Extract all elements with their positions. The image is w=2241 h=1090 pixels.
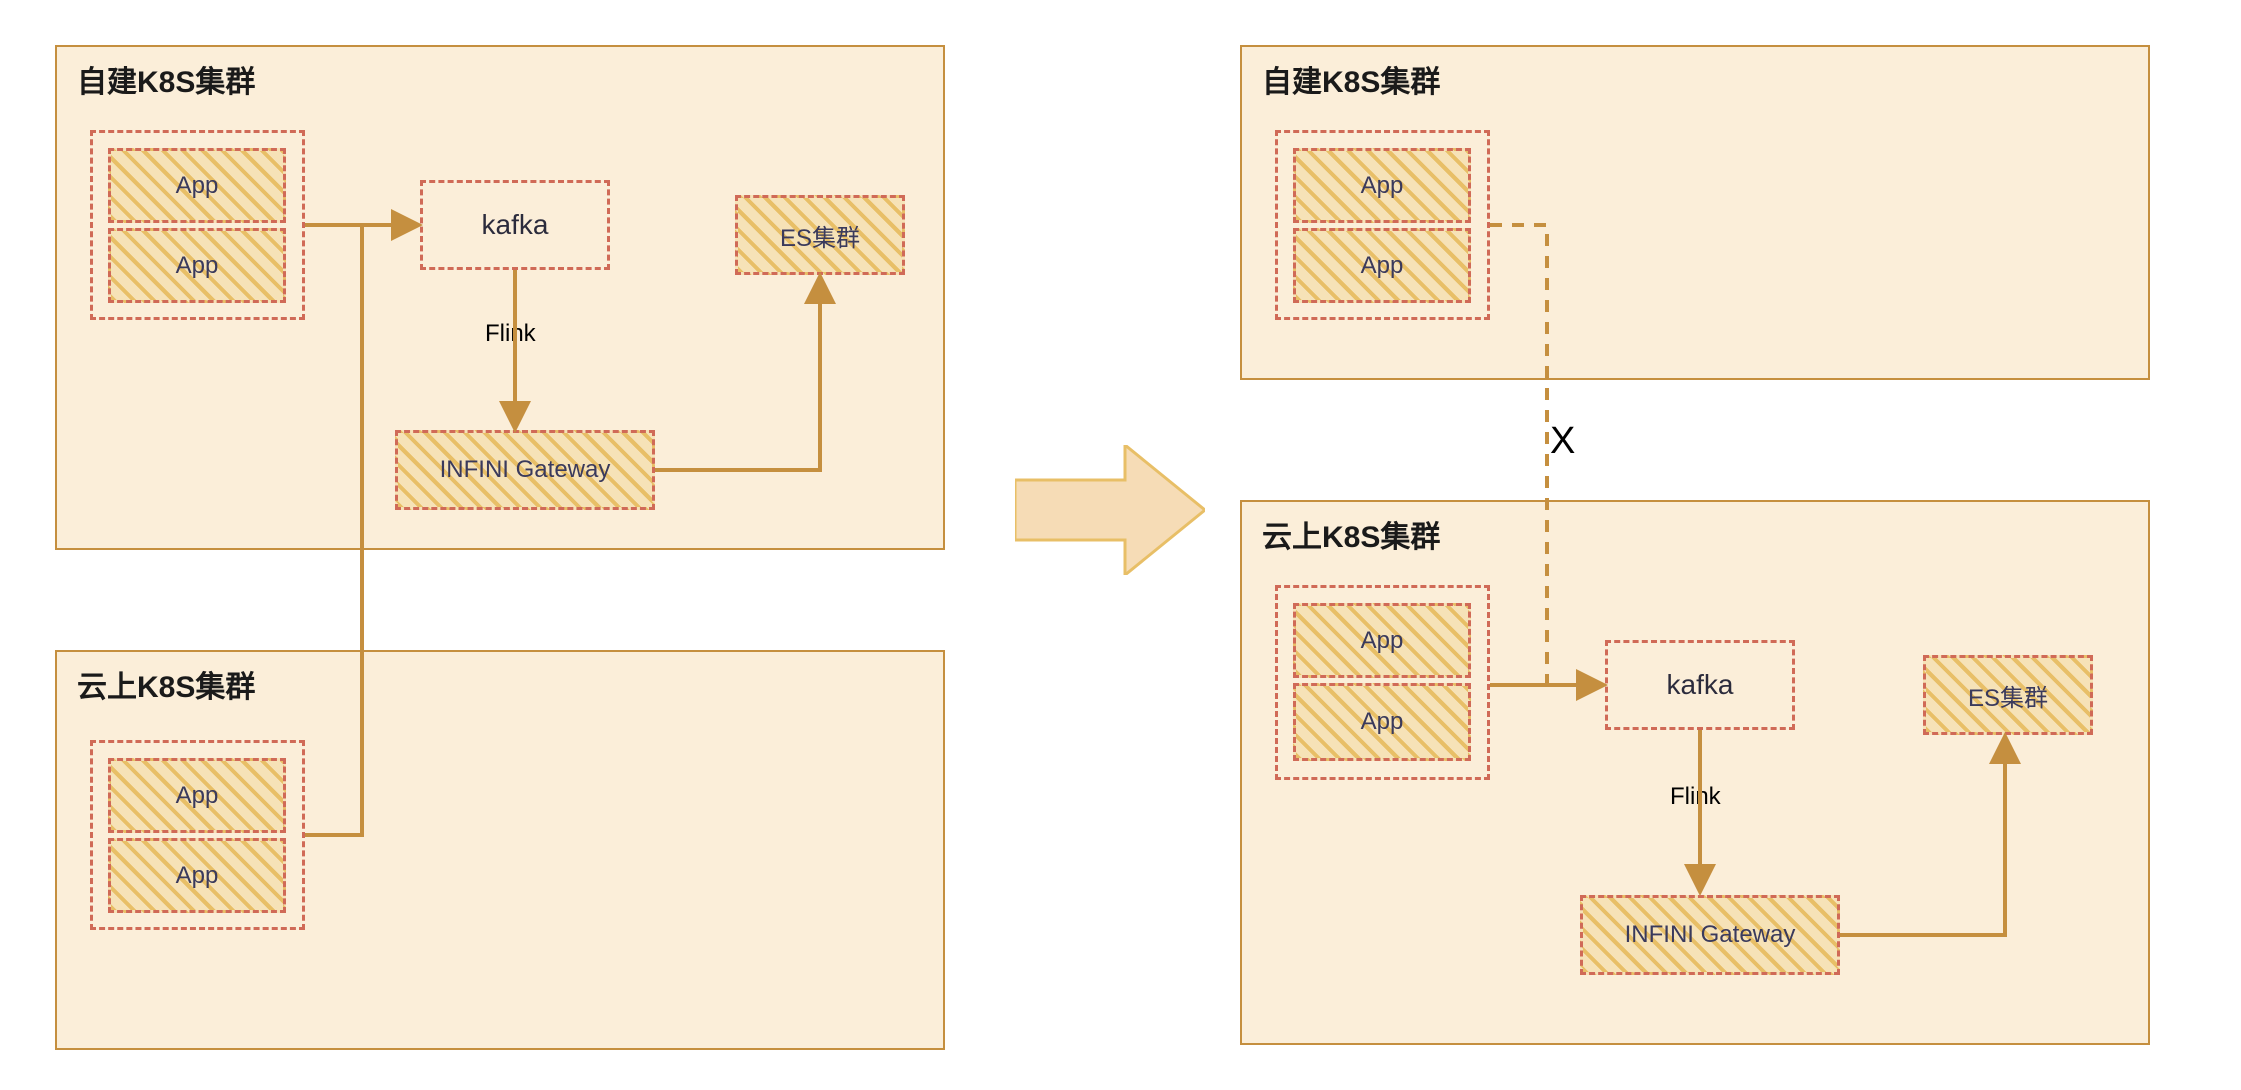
right-top-app1-label: App [1359, 172, 1406, 200]
left-top-app2-label: App [174, 252, 221, 280]
right-bottom-app2: App [1293, 683, 1471, 761]
left-top-cluster-title: 自建K8S集群 [77, 57, 255, 101]
right-kafka-box: kafka [1605, 640, 1795, 730]
left-kafka-box: kafka [420, 180, 610, 270]
left-bottom-app2: App [108, 838, 286, 913]
right-break-label: X [1550, 420, 1575, 463]
left-es-box: ES集群 [735, 195, 905, 275]
left-kafka-label: kafka [482, 209, 549, 241]
right-bottom-app1-label: App [1359, 627, 1406, 655]
left-top-app1-label: App [174, 172, 221, 200]
right-es-box: ES集群 [1923, 655, 2093, 735]
right-flink-label: Flink [1670, 783, 1721, 811]
right-top-cluster-title: 自建K8S集群 [1262, 57, 1440, 101]
transition-arrow-icon [1015, 445, 1205, 575]
left-es-label: ES集群 [778, 218, 862, 253]
right-gateway-label: INFINI Gateway [1623, 921, 1798, 949]
left-gateway-box: INFINI Gateway [395, 430, 655, 510]
right-es-label: ES集群 [1966, 678, 2050, 713]
left-top-app1: App [108, 148, 286, 223]
left-bottom-app1: App [108, 758, 286, 833]
right-top-app1: App [1293, 148, 1471, 223]
left-bottom-app2-label: App [174, 862, 221, 890]
right-bottom-cluster-title: 云上K8S集群 [1262, 512, 1440, 556]
right-bottom-app2-label: App [1359, 708, 1406, 736]
left-flink-label: Flink [485, 320, 536, 348]
left-bottom-cluster-title: 云上K8S集群 [77, 662, 255, 706]
right-top-app2: App [1293, 228, 1471, 303]
right-kafka-label: kafka [1667, 669, 1734, 701]
left-gateway-label: INFINI Gateway [438, 456, 613, 484]
left-bottom-app1-label: App [174, 782, 221, 810]
right-bottom-app1: App [1293, 603, 1471, 678]
right-top-app2-label: App [1359, 252, 1406, 280]
right-gateway-box: INFINI Gateway [1580, 895, 1840, 975]
left-top-app2: App [108, 228, 286, 303]
